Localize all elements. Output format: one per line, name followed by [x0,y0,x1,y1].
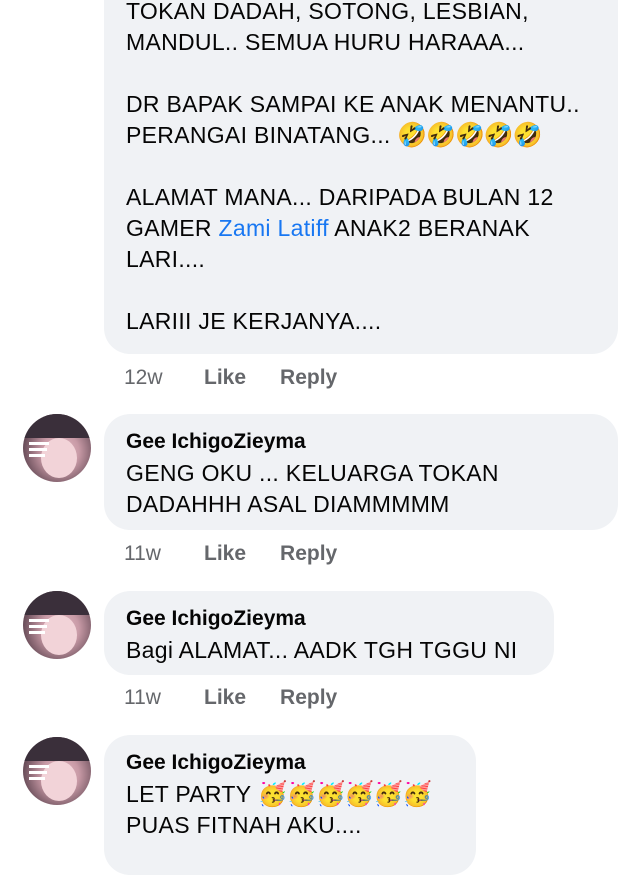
comment-line: MANDUL.. SEMUA HURU HARAAA... [126,29,525,55]
comment-actions: 11w Like Reply [124,686,371,710]
comment-line: PERANGAI BINATANG... 🤣🤣🤣🤣🤣 [126,122,543,149]
comment-text: LET PARTY 🥳🥳🥳🥳🥳🥳 PUAS FITNAH AKU.... [126,779,454,841]
avatar[interactable] [23,414,91,482]
comment-bubble: TOKAN DADAH, SOTONG, LESBIAN, MANDUL.. S… [104,0,618,354]
comment-bubble: Gee IchigoZieyma GENG OKU ... KELUARGA T… [104,414,618,530]
comment-actions: 11w Like Reply [124,542,371,566]
comment-line: GAMER Zami Latiff ANAK2 BERANAK [126,215,530,241]
comment-line: ALAMAT MANA... DARIPADA BULAN 12 [126,184,554,210]
comment-actions: 12w Like Reply [124,366,371,390]
partying-face-emoji-icon: 🥳🥳🥳🥳🥳🥳 [257,781,432,808]
comment-text: TOKAN DADAH, SOTONG, LESBIAN, MANDUL.. S… [126,0,596,337]
comment-text: Bagi ALAMAT... AADK TGH TGGU NI [126,635,532,666]
comment-line: LET PARTY 🥳🥳🥳🥳🥳🥳 [126,781,432,808]
comment-line: Bagi ALAMAT... AADK TGH TGGU NI [126,637,518,663]
comment-author[interactable]: Gee IchigoZieyma [126,749,454,777]
timestamp[interactable]: 12w [124,366,204,390]
timestamp[interactable]: 11w [124,542,204,566]
like-button[interactable]: Like [204,686,246,710]
avatar[interactable] [23,591,91,659]
comment-line: DADAHHH ASAL DIAMMMMM [126,491,450,517]
rolling-laughing-emoji-icon: 🤣🤣🤣🤣🤣 [397,122,542,149]
avatar-image-icon [23,591,91,655]
mention-link[interactable]: Zami Latiff [219,215,329,241]
comment-bubble: Gee IchigoZieyma LET PARTY 🥳🥳🥳🥳🥳🥳 PUAS F… [104,735,476,875]
like-button[interactable]: Like [204,542,246,566]
timestamp[interactable]: 11w [124,686,204,710]
comment-line: LARIII JE KERJANYA.... [126,308,382,334]
avatar-image-icon [23,414,91,478]
reply-button[interactable]: Reply [280,686,337,710]
comment-text: GENG OKU ... KELUARGA TOKAN DADAHHH ASAL… [126,458,596,520]
reply-button[interactable]: Reply [280,542,337,566]
comment-line: DR BAPAK SAMPAI KE ANAK MENANTU.. [126,91,580,117]
comment-line: PUAS FITNAH AKU.... [126,812,362,838]
comment-line: LARI.... [126,246,206,272]
comment-line: GENG OKU ... KELUARGA TOKAN [126,460,499,486]
reply-button[interactable]: Reply [280,366,337,390]
comment-line: TOKAN DADAH, SOTONG, LESBIAN, [126,0,529,24]
comment-bubble: Gee IchigoZieyma Bagi ALAMAT... AADK TGH… [104,591,554,675]
like-button[interactable]: Like [204,366,246,390]
comment-author[interactable]: Gee IchigoZieyma [126,428,596,456]
avatar-image-icon [23,737,91,801]
avatar[interactable] [23,737,91,805]
comment-author[interactable]: Gee IchigoZieyma [126,605,532,633]
